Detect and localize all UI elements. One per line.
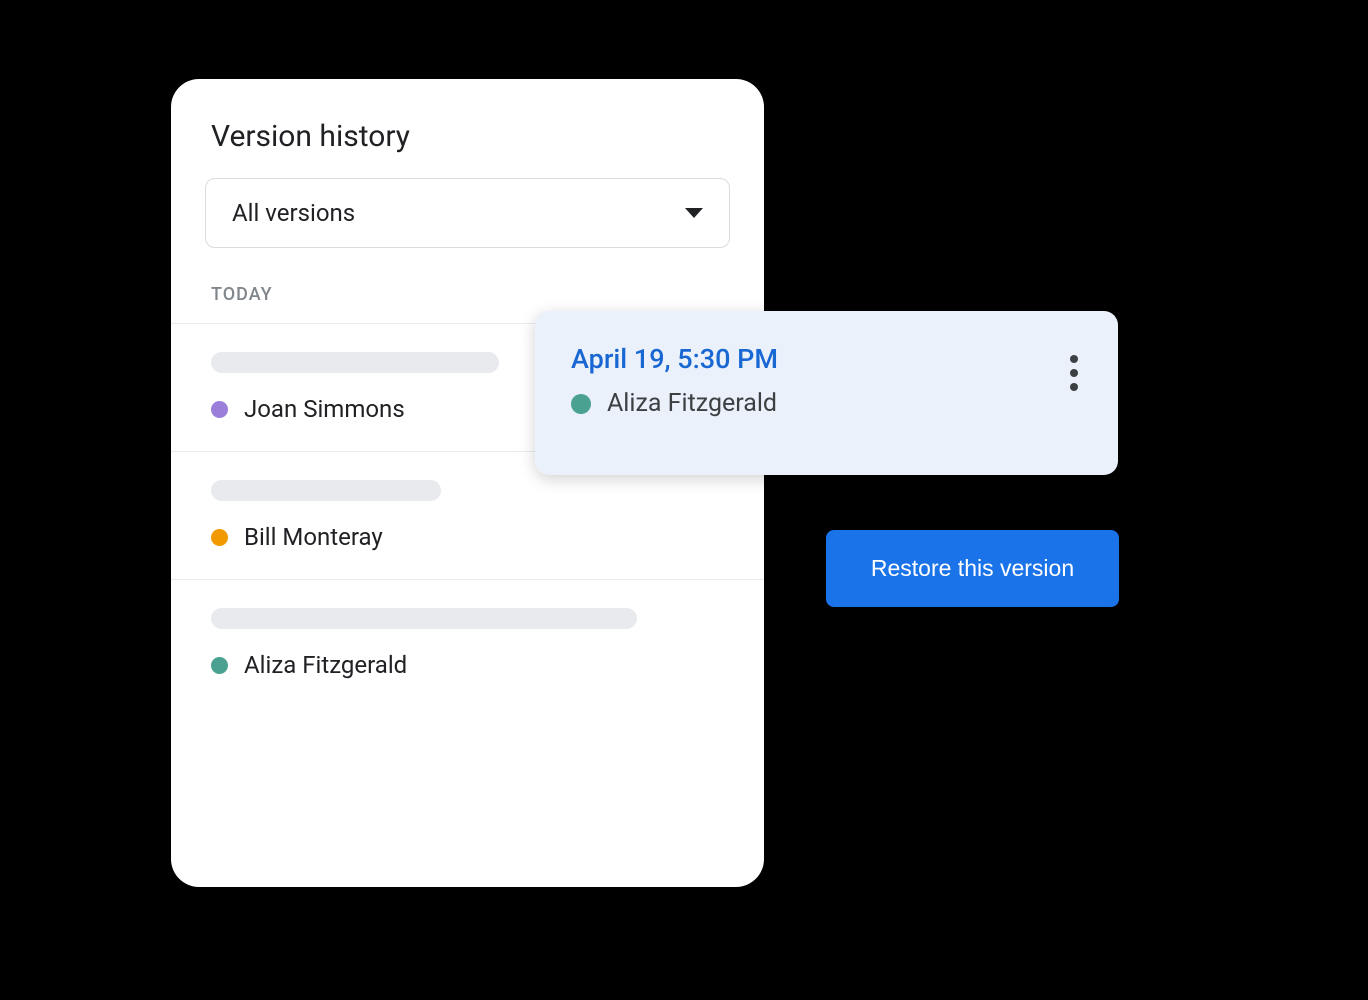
popup-content: April 19, 5:30 PM Aliza Fitzgerald	[571, 343, 778, 418]
restore-version-button[interactable]: Restore this version	[826, 530, 1119, 607]
dot-icon	[1070, 369, 1078, 377]
dot-icon	[1070, 383, 1078, 391]
more-options-icon[interactable]	[1066, 343, 1082, 403]
dropdown-label: All versions	[232, 199, 355, 227]
author-color-dot	[571, 394, 591, 414]
dot-icon	[1070, 355, 1078, 363]
versions-filter-dropdown[interactable]: All versions	[205, 178, 730, 248]
popup-author-name: Aliza Fitzgerald	[607, 389, 777, 418]
version-row[interactable]: Aliza Fitzgerald	[171, 580, 764, 707]
author-line: Aliza Fitzgerald	[211, 651, 724, 679]
placeholder-bar	[211, 352, 499, 373]
author-color-dot	[211, 401, 228, 418]
author-name: Joan Simmons	[244, 395, 405, 423]
version-detail-popup: April 19, 5:30 PM Aliza Fitzgerald	[535, 311, 1118, 475]
panel-title: Version history	[171, 79, 764, 178]
version-history-panel: Version history All versions TODAY Joan …	[171, 79, 764, 887]
author-name: Aliza Fitzgerald	[244, 651, 407, 679]
placeholder-bar	[211, 608, 637, 629]
chevron-down-icon	[685, 208, 703, 218]
popup-author-line: Aliza Fitzgerald	[571, 389, 778, 418]
author-line: Bill Monteray	[211, 523, 724, 551]
author-color-dot	[211, 657, 228, 674]
author-color-dot	[211, 529, 228, 546]
placeholder-bar	[211, 480, 441, 501]
version-timestamp[interactable]: April 19, 5:30 PM	[571, 343, 778, 375]
author-name: Bill Monteray	[244, 523, 383, 551]
